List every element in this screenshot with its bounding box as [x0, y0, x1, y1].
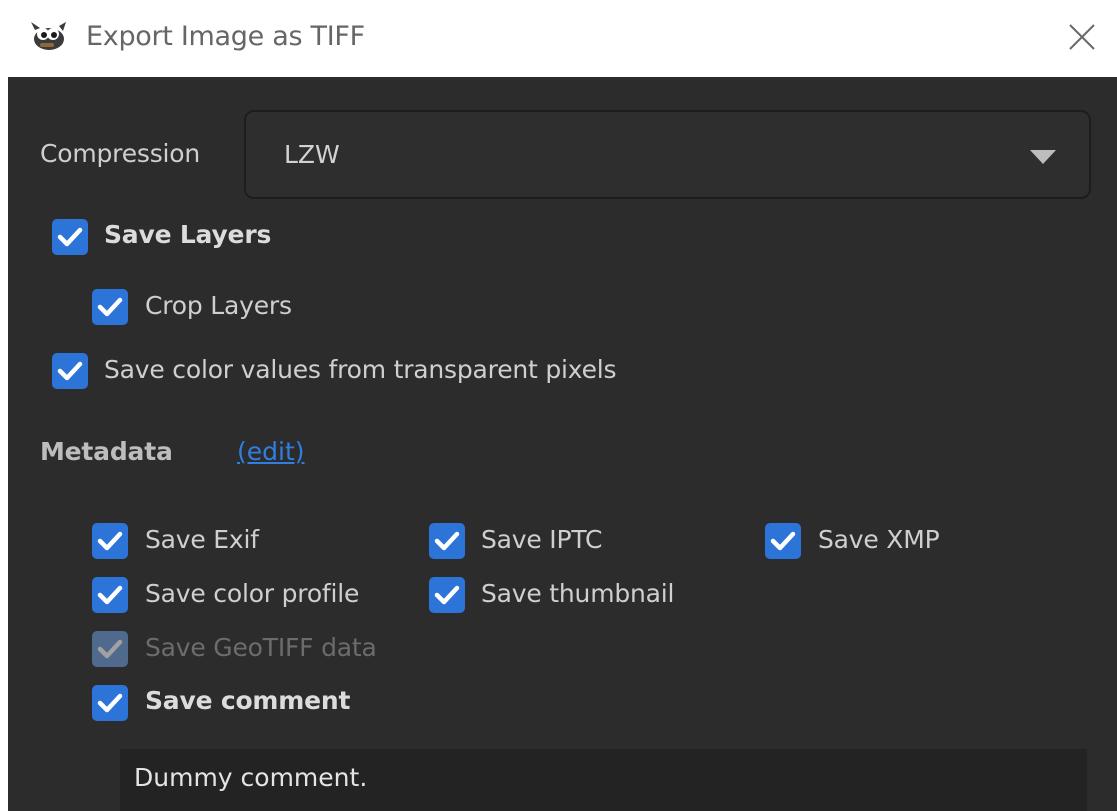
- window-title: Export Image as TIFF: [86, 21, 365, 52]
- compression-dropdown[interactable]: LZW: [244, 110, 1091, 199]
- metadata-edit-link[interactable]: (edit): [237, 437, 305, 466]
- checkmark-icon: [434, 531, 460, 551]
- save-iptc-label: Save IPTC: [481, 525, 603, 554]
- checkmark-icon: [97, 531, 123, 551]
- dialog-content: Compression LZW Save Layers Crop Layers …: [8, 77, 1117, 811]
- save-color-profile-checkbox[interactable]: [92, 577, 128, 613]
- compression-label: Compression: [40, 139, 201, 168]
- save-geotiff-checkbox: [92, 631, 128, 667]
- checkmark-icon: [434, 585, 460, 605]
- checkmark-icon: [97, 693, 123, 713]
- checkmark-icon: [97, 639, 123, 659]
- save-transparent-label: Save color values from transparent pixel…: [104, 355, 617, 384]
- save-xmp-label: Save XMP: [818, 525, 940, 554]
- close-icon[interactable]: [1067, 22, 1097, 52]
- save-layers-checkbox[interactable]: [52, 219, 88, 255]
- save-comment-label: Save comment: [145, 686, 351, 715]
- save-xmp-checkbox[interactable]: [765, 523, 801, 559]
- comment-textarea[interactable]: Dummy comment.: [120, 749, 1087, 811]
- save-thumbnail-label: Save thumbnail: [481, 579, 675, 608]
- title-bar: Export Image as TIFF: [0, 0, 1117, 77]
- checkmark-icon: [770, 531, 796, 551]
- checkmark-icon: [97, 585, 123, 605]
- crop-layers-checkbox[interactable]: [92, 289, 128, 325]
- compression-value: LZW: [284, 140, 340, 169]
- save-thumbnail-checkbox[interactable]: [429, 577, 465, 613]
- save-transparent-checkbox[interactable]: [52, 353, 88, 389]
- crop-layers-label: Crop Layers: [145, 291, 292, 320]
- save-iptc-checkbox[interactable]: [429, 523, 465, 559]
- checkmark-icon: [97, 297, 123, 317]
- checkmark-icon: [57, 361, 83, 381]
- checkmark-icon: [57, 227, 83, 247]
- gimp-wilber-icon: [31, 22, 66, 50]
- save-color-profile-label: Save color profile: [145, 579, 360, 608]
- save-exif-label: Save Exif: [145, 525, 259, 554]
- metadata-heading: Metadata: [40, 437, 173, 466]
- save-comment-checkbox[interactable]: [92, 685, 128, 721]
- chevron-down-icon: [1030, 150, 1056, 164]
- comment-text: Dummy comment.: [134, 763, 368, 792]
- save-layers-label: Save Layers: [104, 220, 272, 249]
- save-geotiff-label: Save GeoTIFF data: [145, 633, 377, 662]
- save-exif-checkbox[interactable]: [92, 523, 128, 559]
